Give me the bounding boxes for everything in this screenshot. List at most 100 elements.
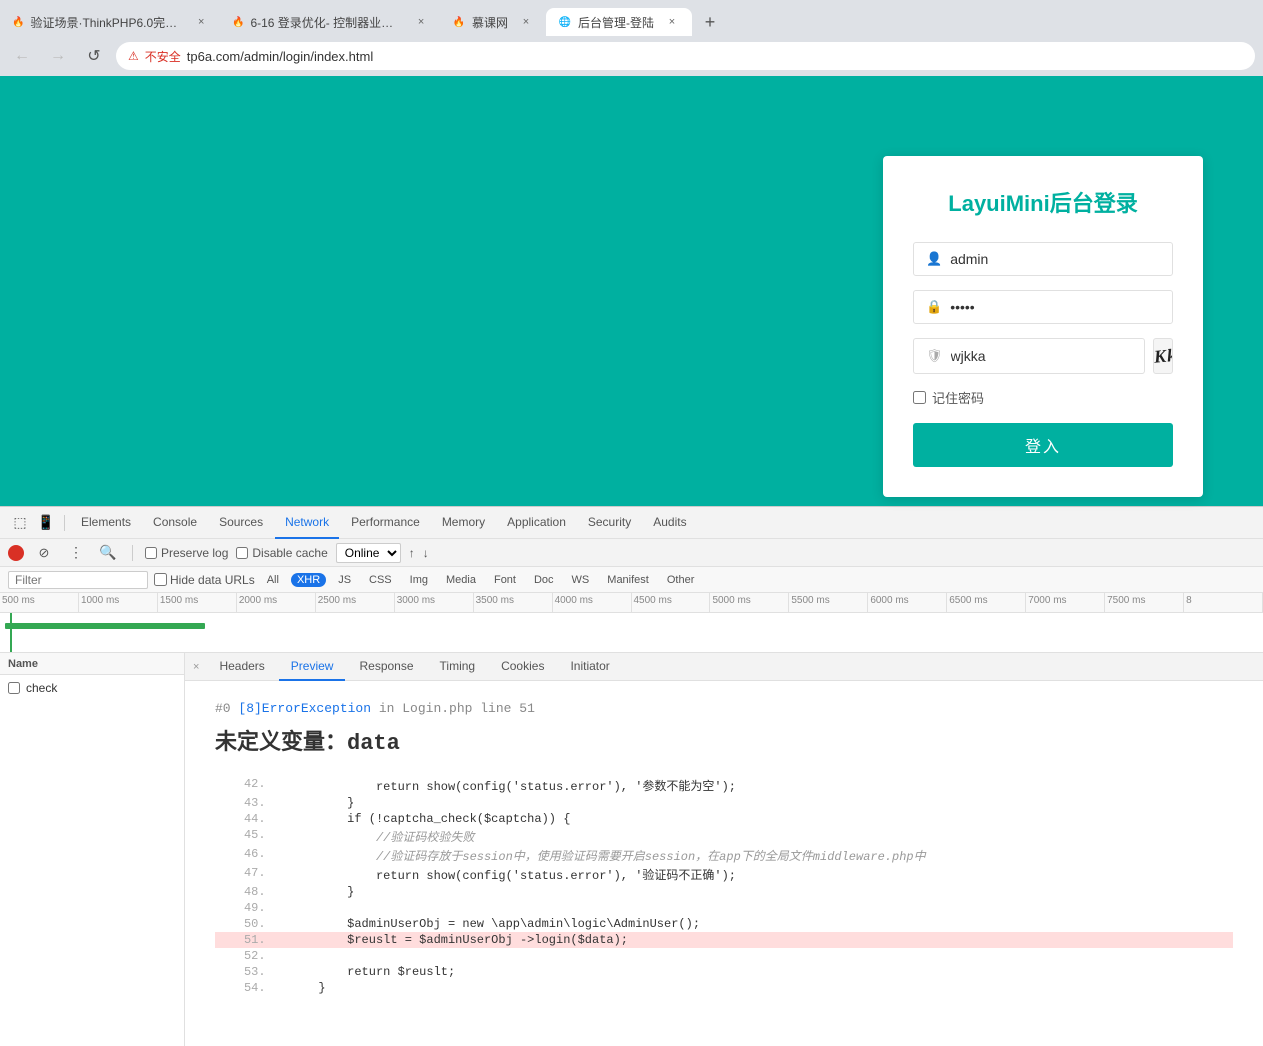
tab-elements[interactable]: Elements — [71, 507, 141, 539]
tab-performance[interactable]: Performance — [341, 507, 430, 539]
tab-2-close[interactable]: × — [414, 14, 428, 30]
login-title: LayuiMini后台登录 — [913, 186, 1173, 218]
tab-application[interactable]: Application — [497, 507, 576, 539]
filter-doc-btn[interactable]: Doc — [528, 573, 560, 587]
hide-data-urls-check[interactable]: Hide data URLs — [154, 573, 255, 587]
captcha-input[interactable] — [951, 348, 1132, 364]
tick-3500: 3500 ms — [474, 593, 553, 612]
login-button[interactable]: 登入 — [913, 423, 1173, 467]
code-line-54: 54. } — [215, 980, 1233, 996]
tab-2-favicon: 🔥 — [232, 15, 244, 29]
tab-2-title: 6-16 登录优化- 控制器业务代码... — [250, 14, 404, 31]
throttle-select[interactable]: Online — [336, 543, 401, 563]
captcha-input-wrap: 🛡 — [913, 338, 1145, 374]
preserve-log-checkbox[interactable] — [145, 547, 157, 559]
captcha-image[interactable]: wjKkA — [1153, 338, 1173, 374]
disable-cache-label[interactable]: Disable cache — [236, 546, 327, 560]
disable-cache-checkbox[interactable] — [236, 547, 248, 559]
filter-font-btn[interactable]: Font — [488, 573, 522, 587]
tab-network[interactable]: Network — [275, 507, 339, 539]
error-headline: 未定义变量：data — [215, 724, 1233, 756]
tab-3-close[interactable]: × — [518, 14, 534, 30]
filter-toggle[interactable]: ⋮ — [64, 541, 88, 565]
address-bar-row: ← → ↺ ⚠ 不安全 tp6a.com/admin/login/index.h… — [0, 36, 1263, 76]
tab-4-favicon: 🌐 — [558, 15, 572, 29]
record-button[interactable] — [8, 545, 24, 561]
request-item-check[interactable]: check — [0, 675, 184, 701]
devtools-toolbar: ⬚ 📱 Elements Console Sources Network Per… — [0, 507, 1263, 539]
devtools-panel: ⬚ 📱 Elements Console Sources Network Per… — [0, 506, 1263, 1046]
device-toolbar-button[interactable]: 📱 — [34, 511, 58, 535]
right-panel-close[interactable]: × — [193, 661, 199, 673]
preview-content: #0 [8]ErrorException in Login.php line 5… — [185, 681, 1263, 1046]
tick-2500: 2500 ms — [316, 593, 395, 612]
password-input[interactable] — [950, 299, 1160, 315]
right-tab-initiator[interactable]: Initiator — [558, 653, 621, 681]
tab-console[interactable]: Console — [143, 507, 207, 539]
refresh-button[interactable]: ↺ — [80, 42, 108, 70]
filter-all-btn[interactable]: All — [261, 573, 285, 587]
new-tab-button[interactable]: + — [696, 8, 724, 36]
code-line-49: 49. — [215, 900, 1233, 916]
tab-3[interactable]: 🔥 慕课网 × — [440, 8, 546, 36]
tab-security[interactable]: Security — [578, 507, 641, 539]
tab-3-title: 慕课网 — [472, 14, 508, 31]
main-area: LayuiMini后台登录 👤 🔒 🛡 wjKkA — [0, 76, 1263, 1046]
code-table: 42. return show(config('status.error'), … — [215, 776, 1233, 996]
right-tab-timing[interactable]: Timing — [428, 653, 488, 681]
tab-1-favicon: 🔥 — [12, 15, 24, 29]
filter-js-btn[interactable]: JS — [332, 573, 357, 587]
forward-button[interactable]: → — [44, 42, 72, 70]
filter-ws-btn[interactable]: WS — [566, 573, 596, 587]
filter-input[interactable] — [8, 571, 148, 589]
right-tab-response[interactable]: Response — [347, 653, 425, 681]
code-line-42: 42. return show(config('status.error'), … — [215, 776, 1233, 795]
request-checkbox[interactable] — [8, 682, 20, 694]
timeline-ruler: 500 ms 1000 ms 1500 ms 2000 ms 2500 ms 3… — [0, 593, 1263, 613]
code-line-47: 47. return show(config('status.error'), … — [215, 865, 1233, 884]
username-input[interactable] — [950, 251, 1160, 267]
filter-media-btn[interactable]: Media — [440, 573, 482, 587]
filter-bar: Hide data URLs All XHR JS CSS Img Media … — [0, 567, 1263, 593]
timeline-marker — [10, 613, 12, 653]
tab-4-close[interactable]: × — [664, 14, 680, 30]
filter-xhr-btn[interactable]: XHR — [291, 573, 326, 587]
code-line-46: 46. //验证码存放于session中，使用验证码需要开启session，在a… — [215, 846, 1233, 865]
address-bar[interactable]: ⚠ 不安全 tp6a.com/admin/login/index.html — [116, 42, 1255, 70]
right-tab-cookies[interactable]: Cookies — [489, 653, 556, 681]
code-line-45: 45. //验证码校验失败 — [215, 827, 1233, 846]
upload-icon: ↑ — [409, 546, 415, 560]
user-icon: 👤 — [926, 251, 942, 267]
error-class-link[interactable]: [8]ErrorException — [238, 701, 371, 716]
login-card: LayuiMini后台登录 👤 🔒 🛡 wjKkA — [883, 156, 1203, 497]
tab-4[interactable]: 🌐 后台管理-登陆 × — [546, 8, 692, 36]
tab-audits[interactable]: Audits — [643, 507, 696, 539]
tick-8: 8 — [1184, 593, 1263, 612]
clear-button[interactable]: ⊘ — [32, 541, 56, 565]
tab-memory[interactable]: Memory — [432, 507, 495, 539]
remember-checkbox[interactable] — [913, 391, 926, 404]
search-button[interactable]: 🔍 — [96, 541, 120, 565]
inspect-element-button[interactable]: ⬚ — [8, 511, 32, 535]
right-tab-preview[interactable]: Preview — [279, 653, 346, 681]
toolbar-divider-2 — [132, 545, 133, 561]
right-tab-headers[interactable]: Headers — [207, 653, 276, 681]
tab-2[interactable]: 🔥 6-16 登录优化- 控制器业务代码... × — [220, 8, 440, 36]
tab-3-favicon: 🔥 — [452, 15, 466, 29]
lock-icon: 🔒 — [926, 299, 942, 315]
password-field: 🔒 — [913, 290, 1173, 324]
tab-sources[interactable]: Sources — [209, 507, 273, 539]
tab-1-close[interactable]: × — [194, 14, 208, 30]
preserve-log-label[interactable]: Preserve log — [145, 546, 228, 560]
filter-css-btn[interactable]: CSS — [363, 573, 398, 587]
back-button[interactable]: ← — [8, 42, 36, 70]
hide-data-urls-checkbox[interactable] — [154, 573, 167, 586]
filter-manifest-btn[interactable]: Manifest — [601, 573, 655, 587]
tick-2000: 2000 ms — [237, 593, 316, 612]
left-pane: Name check — [0, 653, 185, 1046]
filter-img-btn[interactable]: Img — [404, 573, 434, 587]
split-pane: Name check × Headers Preview — [0, 653, 1263, 1046]
error-location: #0 [8]ErrorException in Login.php line 5… — [215, 701, 1233, 716]
tab-1[interactable]: 🔥 验证场景·ThinkPHP6.0完全开发... × — [0, 8, 220, 36]
filter-other-btn[interactable]: Other — [661, 573, 701, 587]
